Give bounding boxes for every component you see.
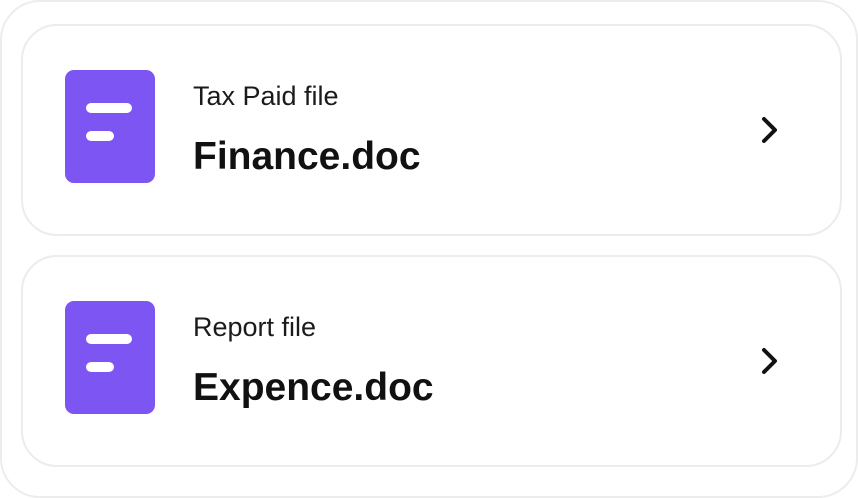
file-list-panel: Tax Paid file Finance.doc Report file Ex… [0,0,858,498]
file-name: Expence.doc [193,366,434,409]
chevron-right-icon[interactable] [759,345,783,377]
document-icon-line [86,334,132,344]
chevron-right-icon[interactable] [759,114,783,146]
document-icon-line [86,362,114,372]
file-card-finance[interactable]: Tax Paid file Finance.doc [21,24,842,236]
document-icon-line [86,131,114,141]
file-subtitle: Tax Paid file [193,81,339,111]
file-subtitle: Report file [193,312,317,342]
file-name: Finance.doc [193,135,421,178]
document-icon-line [86,103,132,113]
document-icon [65,301,155,414]
file-card-expence[interactable]: Report file Expence.doc [21,255,842,467]
document-icon [65,70,155,183]
